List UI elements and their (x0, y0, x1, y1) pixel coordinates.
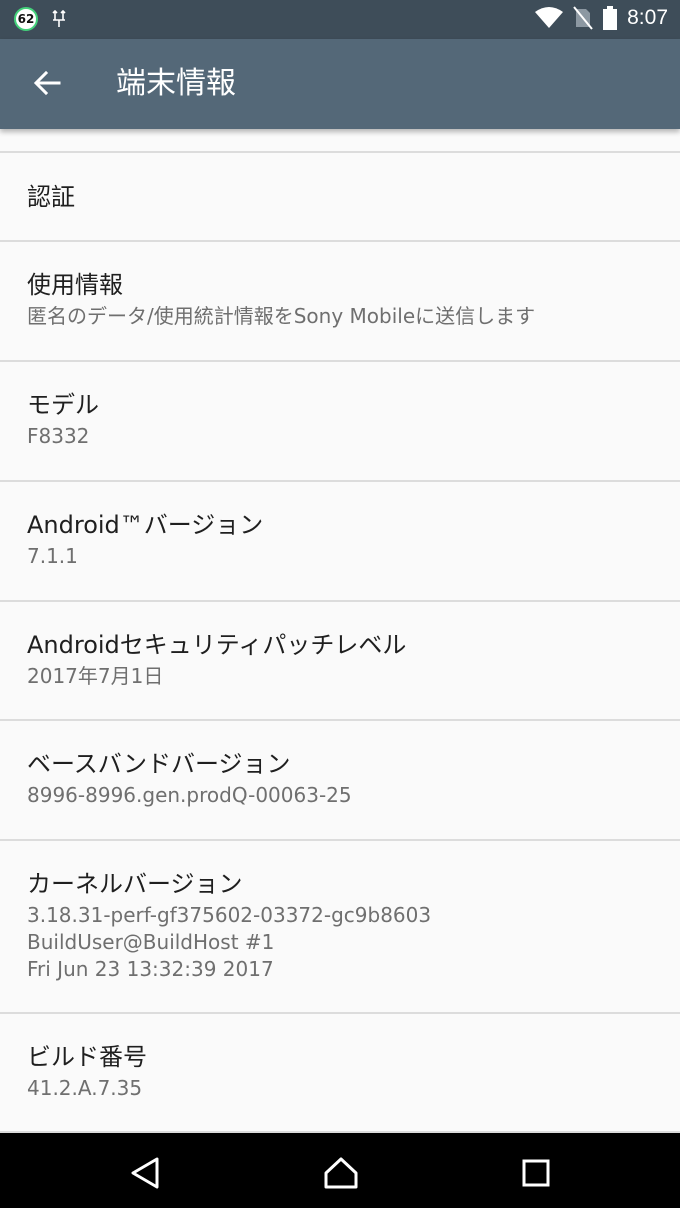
kernel-build-date-line: Fri Jun 23 13:32:39 2017 (27, 957, 274, 981)
wifi-icon (535, 7, 564, 28)
usb-debug-icon (52, 10, 66, 27)
list-item-android-version[interactable]: Android™バージョン 7.1.1 (0, 482, 680, 602)
item-title: 認証 (27, 183, 75, 211)
recents-icon (522, 1159, 550, 1187)
nav-back-button[interactable] (123, 1151, 167, 1195)
item-summary: 41.2.A.7.35 (27, 1076, 143, 1100)
list-item-model[interactable]: モデル F8332 (0, 362, 680, 482)
item-title: ビルド番号 (27, 1043, 147, 1071)
list-item-usage-info[interactable]: 使用情報 匿名のデータ/使用統計情報をSony Mobileに送信します (0, 242, 680, 362)
notification-count: 62 (17, 12, 35, 26)
item-title: 使用情報 (27, 271, 123, 299)
item-summary: 7.1.1 (27, 544, 78, 568)
app-bar: 端末情報 (0, 39, 680, 129)
list-item-build-number[interactable]: ビルド番号 41.2.A.7.35 (0, 1014, 680, 1133)
item-summary: 2017年7月1日 (27, 664, 164, 688)
kernel-build-user-line: BuildUser@BuildHost #1 (27, 930, 275, 954)
item-title: モデル (27, 391, 99, 419)
arrow-back-icon (33, 70, 61, 96)
clock: 8:07 (627, 6, 668, 29)
list-item-certification[interactable]: 認証 (0, 153, 680, 242)
settings-list[interactable]: 認証 使用情報 匿名のデータ/使用統計情報をSony Mobileに送信します … (0, 129, 680, 1133)
status-left-icons: 62 (14, 7, 66, 31)
status-bar: 62 8:07 (0, 0, 680, 39)
notification-badge-icon: 62 (14, 7, 38, 31)
home-icon (324, 1157, 358, 1189)
item-title: Android™バージョン (27, 511, 264, 539)
list-item-security-patch[interactable]: Androidセキュリティパッチレベル 2017年7月1日 (0, 602, 680, 721)
list-item-kernel-version[interactable]: カーネルバージョン 3.18.31-perf-gf375602-03372-gc… (0, 841, 680, 1014)
item-title: ベースバンドバージョン (27, 750, 291, 778)
kernel-version-line: 3.18.31-perf-gf375602-03372-gc9b8603 (27, 903, 432, 927)
nav-recents-button[interactable] (514, 1151, 558, 1195)
item-title: Androidセキュリティパッチレベル (27, 631, 407, 659)
back-button[interactable] (24, 60, 70, 106)
status-right-icons: 8:07 (535, 6, 668, 30)
battery-icon (603, 6, 618, 30)
nav-home-button[interactable] (319, 1151, 363, 1195)
item-title: カーネルバージョン (27, 870, 243, 898)
item-summary: F8332 (27, 424, 90, 448)
no-sim-icon (573, 6, 593, 30)
item-summary: 匿名のデータ/使用統計情報をSony Mobileに送信します (27, 304, 536, 328)
item-summary: 3.18.31-perf-gf375602-03372-gc9b8603 Bui… (27, 902, 680, 983)
navigation-bar (0, 1133, 680, 1208)
list-item-baseband-version[interactable]: ベースバンドバージョン 8996-8996.gen.prodQ-00063-25 (0, 721, 680, 841)
item-summary: 8996-8996.gen.prodQ-00063-25 (27, 783, 352, 807)
page-title: 端末情報 (116, 66, 236, 101)
back-triangle-icon (131, 1157, 159, 1189)
